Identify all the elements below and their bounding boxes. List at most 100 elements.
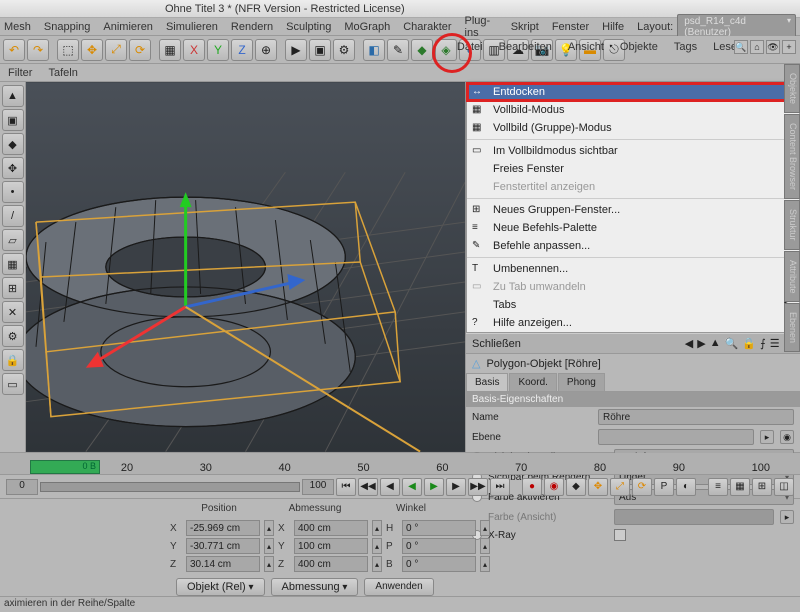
tl-opt-3[interactable]: ⊞ (752, 478, 772, 496)
key-rot[interactable]: ⟳ (632, 478, 652, 496)
layer-more-icon[interactable]: ▸ (760, 430, 774, 444)
dock-tab-attribute[interactable]: Attribute (784, 251, 800, 303)
pos-field[interactable]: 30.14 cm (186, 556, 260, 572)
menu-mograph[interactable]: MoGraph (344, 21, 390, 33)
key-param[interactable]: P (654, 478, 674, 496)
menu-simulate[interactable]: Simulieren (166, 21, 218, 33)
tab-basis[interactable]: Basis (466, 373, 508, 391)
model-mode[interactable]: ▣ (2, 109, 24, 131)
tool-recent[interactable]: ▦ (159, 39, 181, 61)
key-scale[interactable]: ⤢ (610, 478, 630, 496)
ctx-neue-befehls-palette[interactable]: ≡Neue Befehls-Palette (467, 219, 799, 237)
dock-tab-objects[interactable]: Objekte (784, 64, 800, 113)
perspective-viewport[interactable] (26, 82, 465, 452)
ang-field[interactable]: 0 ° (402, 538, 476, 554)
key-pla[interactable]: ◐ (676, 478, 696, 496)
menu-script[interactable]: Skript (511, 21, 539, 33)
prev-frame[interactable]: ◀ (380, 478, 400, 496)
ctx-vollbild-modus[interactable]: ▦Vollbild-Modus (467, 101, 799, 119)
menu-snapping[interactable]: Snapping (44, 21, 91, 33)
stepper[interactable]: ▴ (264, 520, 274, 536)
menu-character[interactable]: Charakter (403, 21, 451, 33)
stepper[interactable]: ▴ (372, 520, 382, 536)
stepper[interactable]: ▴ (264, 556, 274, 572)
tl-opt-1[interactable]: ≡ (708, 478, 728, 496)
play-backward[interactable]: ◀ (402, 478, 422, 496)
stepper[interactable]: ▴ (480, 556, 490, 572)
frame-start[interactable]: 0 (6, 479, 38, 495)
key-pos[interactable]: ✥ (588, 478, 608, 496)
ctx-hilfe-anzeigen-[interactable]: ?Hilfe anzeigen... (467, 314, 799, 332)
ctx-neues-gruppen-fenster-[interactable]: ⊞Neues Gruppen-Fenster... (467, 201, 799, 219)
panel-menu-file[interactable]: Datei (457, 41, 483, 53)
axis-x[interactable]: X (183, 39, 205, 61)
primitive-pen[interactable]: ✎ (387, 39, 409, 61)
generator-1[interactable]: ◆ (411, 39, 433, 61)
tab-coord[interactable]: Koord. (509, 373, 556, 391)
timeline-ruler[interactable]: 0 B 102030405060708090100 (0, 453, 800, 475)
panel-menu-tags[interactable]: Tags (674, 41, 697, 53)
frame-end[interactable]: 100 (302, 479, 334, 495)
dim-field[interactable]: 100 cm (294, 538, 368, 554)
goto-prev-key[interactable]: ◀◀ (358, 478, 378, 496)
search-icon[interactable]: 🔍 (725, 337, 739, 350)
coord-system[interactable]: ⊕ (255, 39, 277, 61)
vp-menu-panels[interactable]: Tafeln (48, 67, 77, 79)
planar-workplane[interactable]: ▭ (2, 373, 24, 395)
timeline-scrub[interactable] (40, 482, 300, 492)
goto-end[interactable]: ⏭ (490, 478, 510, 496)
nav-up-icon[interactable]: ▲ (710, 337, 721, 350)
new-icon[interactable]: ☰ (770, 337, 780, 350)
undo-button[interactable]: ↶ (3, 39, 25, 61)
stepper[interactable]: ▴ (480, 538, 490, 554)
stepper[interactable]: ▴ (372, 538, 382, 554)
dock-tab-structure[interactable]: Struktur (784, 200, 800, 250)
make-editable[interactable]: ▲ (2, 85, 24, 107)
axis-mode[interactable]: ✥ (2, 157, 24, 179)
stepper[interactable]: ▴ (480, 520, 490, 536)
render-pv[interactable]: ▣ (309, 39, 331, 61)
close-item[interactable]: Schließen (472, 338, 521, 350)
panel-menu-objects[interactable]: Objekte (620, 41, 658, 53)
func-icon[interactable]: ⨍ (760, 337, 766, 350)
dock-tab-layers[interactable]: Ebenen (784, 303, 800, 352)
home-icon[interactable]: ⌂ (750, 40, 764, 54)
stepper[interactable]: ▴ (264, 538, 274, 554)
goto-start[interactable]: ⏮ (336, 478, 356, 496)
workplane-mode[interactable]: ⊞ (2, 277, 24, 299)
ctx-umbenennen-[interactable]: TUmbenennen... (467, 260, 799, 278)
size-mode-dd[interactable]: Abmessung ▾ (271, 578, 359, 596)
dim-field[interactable]: 400 cm (294, 556, 368, 572)
redo-button[interactable]: ↷ (27, 39, 49, 61)
layer-field[interactable] (598, 429, 754, 445)
coord-mode-dd[interactable]: Objekt (Rel) ▾ (176, 578, 265, 596)
poly-mode[interactable]: ▱ (2, 229, 24, 251)
menu-mesh[interactable]: Mesh (4, 21, 31, 33)
ctx-befehle-anpassen-[interactable]: ✎Befehle anpassen... (467, 237, 799, 255)
next-frame[interactable]: ▶ (446, 478, 466, 496)
panel-menu-view[interactable]: Ansicht (568, 41, 604, 53)
menu-animate[interactable]: Animieren (103, 21, 153, 33)
ctx-vollbild-gruppe-modus[interactable]: ▦Vollbild (Gruppe)-Modus (467, 119, 799, 137)
layer-pick-icon[interactable]: ◉ (780, 430, 794, 444)
locked-workplane[interactable]: 🔒 (2, 349, 24, 371)
edge-mode[interactable]: / (2, 205, 24, 227)
menu-plugins[interactable]: Plug-ins (465, 15, 498, 39)
panel-menu-edit[interactable]: Bearbeiten (499, 41, 552, 53)
color-picker-icon[interactable]: ▸ (780, 510, 794, 524)
ctx-freies-fenster[interactable]: Freies Fenster (467, 160, 799, 178)
eye-icon[interactable]: 👁 (766, 40, 780, 54)
stepper[interactable]: ▴ (372, 556, 382, 572)
dim-field[interactable]: 400 cm (294, 520, 368, 536)
record-key[interactable]: ● (522, 478, 542, 496)
nav-prev-icon[interactable]: ◀ (685, 337, 693, 350)
generator-2[interactable]: ◈ (435, 39, 457, 61)
ang-field[interactable]: 0 ° (402, 556, 476, 572)
axis-y[interactable]: Y (207, 39, 229, 61)
render-settings[interactable]: ⚙ (333, 39, 355, 61)
xray-checkbox[interactable] (614, 529, 626, 541)
lock-icon[interactable]: 🔒 (742, 337, 756, 350)
menu-window[interactable]: Fenster (552, 21, 589, 33)
goto-next-key[interactable]: ▶▶ (468, 478, 488, 496)
nav-next-icon[interactable]: ▶ (697, 337, 705, 350)
